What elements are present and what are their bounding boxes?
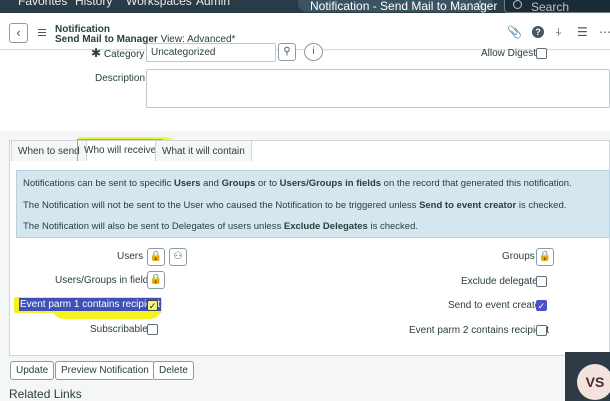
category-label-text: Category: [103, 49, 145, 60]
category-select[interactable]: Uncategorized: [146, 43, 276, 62]
more-options-icon[interactable]: ⋯: [599, 25, 610, 39]
record-title-pill[interactable]: Notification - Send Mail to Manager ☆: [298, 0, 497, 13]
event-parm1-checkbox[interactable]: ✓: [147, 300, 158, 311]
info-line-3: The Notification will also be sent to De…: [23, 221, 418, 232]
users-select-button[interactable]: ⚇: [169, 248, 187, 266]
send-to-event-creator-checkbox[interactable]: ✓: [536, 300, 547, 311]
users-groups-fields-label: Users/Groups in fields: [55, 275, 154, 286]
tab-who-will-receive[interactable]: Who will receive: [77, 139, 164, 161]
nav-favorites[interactable]: Favorites: [18, 0, 67, 8]
delete-button[interactable]: Delete: [153, 361, 194, 380]
event-parm2-label: Event parm 2 contains recipient: [409, 325, 550, 336]
exclude-delegates-checkbox[interactable]: [536, 276, 547, 287]
search-icon: [513, 0, 522, 9]
allow-digest-checkbox[interactable]: [536, 48, 547, 59]
record-title-text: Notification - Send Mail to Manager: [310, 0, 498, 13]
info-line-1: Notifications can be sent to specific Us…: [23, 178, 572, 189]
related-links-heading: Related Links: [9, 387, 82, 401]
checkmark-icon: ✓: [537, 301, 546, 311]
lock-icon: 🔒: [149, 274, 163, 285]
exclude-delegates-label: Exclude delegates: [461, 276, 543, 287]
help-icon[interactable]: ?: [532, 26, 544, 38]
info-line-2: The Notification will not be sent to the…: [23, 200, 567, 211]
attachment-icon[interactable]: 📎: [507, 25, 522, 39]
lookup-search-button[interactable]: ⚲: [278, 43, 296, 61]
category-label: ✱ Category: [91, 46, 144, 60]
event-parm1-label: Event parm 1 contains recipient: [19, 298, 162, 311]
groups-label: Groups: [502, 251, 535, 262]
description-textarea[interactable]: [146, 69, 610, 108]
lock-icon: 🔒: [149, 251, 163, 262]
mandatory-asterisk-icon: ✱: [91, 46, 102, 60]
info-button[interactable]: i: [304, 43, 323, 61]
avatar[interactable]: VS: [577, 364, 610, 400]
tab-when-to-send[interactable]: When to send: [11, 140, 87, 161]
tab-what-it-will-contain[interactable]: What it will contain: [155, 140, 252, 161]
search-placeholder: Search: [531, 0, 570, 13]
top-navigation-bar: Favorites History Workspaces Admin Notif…: [0, 0, 610, 13]
preview-notification-button[interactable]: Preview Notification: [55, 361, 155, 380]
nav-history[interactable]: History: [75, 0, 112, 8]
event-parm1-label-text: Event parm 1 contains recipient: [19, 298, 162, 311]
form-header: ‹ Notification Send Mail to Manager View…: [0, 13, 610, 50]
search-icon: ⚲: [283, 46, 291, 57]
event-parm2-checkbox[interactable]: [536, 325, 547, 336]
users-groups-fields-lock-button[interactable]: 🔒: [147, 271, 165, 289]
subscribable-label: Subscribable: [90, 324, 148, 335]
info-icon: i: [312, 46, 315, 57]
nav-workspaces[interactable]: Workspaces: [126, 0, 192, 8]
activity-pulse-icon[interactable]: ⍭: [555, 25, 562, 40]
user-group-icon: ⚇: [173, 251, 183, 262]
allow-digest-label: Allow Digest: [481, 48, 537, 59]
nav-admin[interactable]: Admin: [196, 0, 230, 8]
users-label: Users: [117, 251, 144, 262]
users-lock-button[interactable]: 🔒: [147, 248, 165, 266]
back-button[interactable]: ‹: [9, 23, 28, 43]
info-message-box: Notifications can be sent to specific Us…: [16, 170, 610, 238]
record-name: Send Mail to Manager: [55, 34, 158, 45]
settings-sliders-icon[interactable]: ☰: [577, 25, 588, 39]
chevron-left-icon: ‹: [16, 25, 21, 40]
groups-lock-button[interactable]: 🔒: [536, 248, 554, 266]
description-label: Description: [95, 73, 146, 84]
checkmark-icon: ✓: [148, 301, 157, 311]
global-search-input[interactable]: Search: [504, 0, 610, 13]
subscribable-checkbox[interactable]: [147, 324, 158, 335]
update-button[interactable]: Update: [10, 361, 55, 380]
star-icon[interactable]: ☆: [475, 0, 485, 11]
lock-icon: 🔒: [538, 251, 552, 262]
send-to-event-creator-label: Send to event creator: [448, 300, 544, 311]
context-menu-icon[interactable]: [38, 29, 46, 36]
